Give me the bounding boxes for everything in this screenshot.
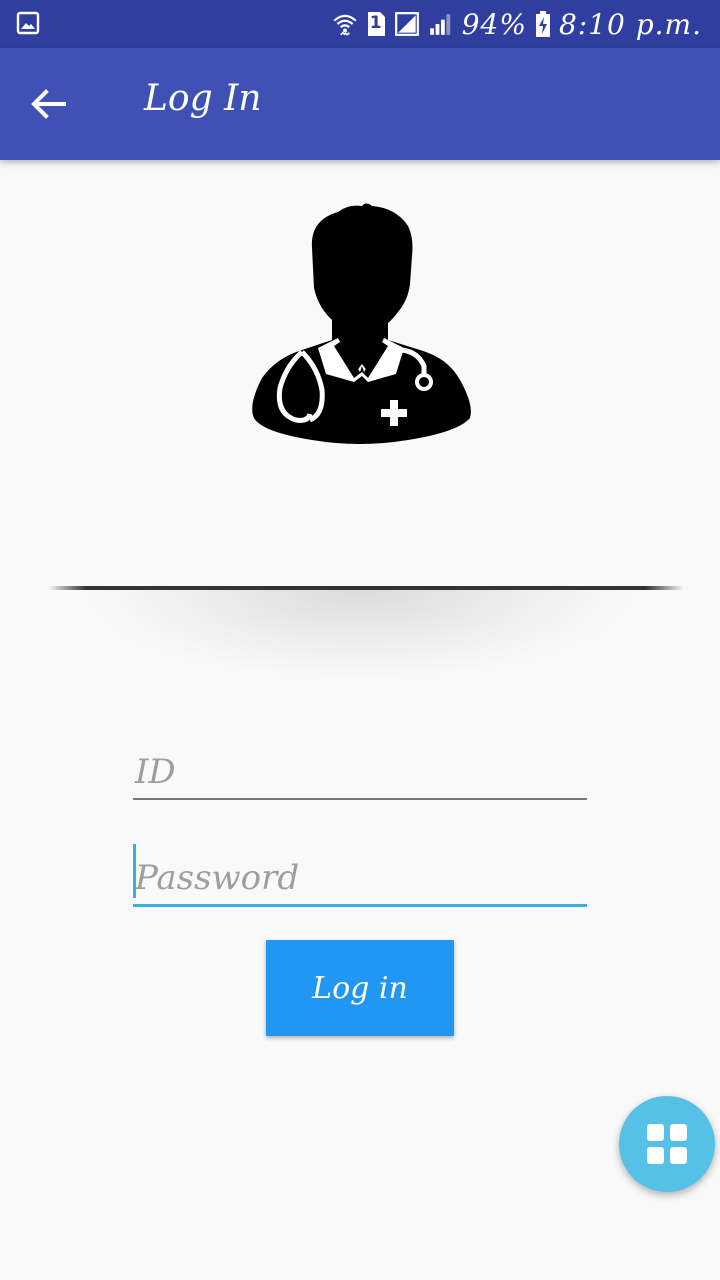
page-title: Log In [144, 78, 262, 119]
apps-fab-button[interactable] [619, 1096, 715, 1192]
status-icons: 1 94% 8:10 p.m. [332, 0, 702, 48]
id-placeholder: ID [135, 752, 176, 792]
divider [48, 586, 684, 590]
password-field[interactable]: Password [133, 842, 587, 907]
password-placeholder: Password [135, 858, 300, 898]
sim-icon: 1 [366, 11, 386, 37]
wifi-icon [333, 14, 357, 36]
app-bar: Log In [0, 48, 720, 160]
sim-slot-number: 1 [369, 13, 382, 33]
signal-icon [394, 12, 419, 36]
clock: 8:10 p.m. [558, 7, 702, 41]
gallery-icon [16, 11, 40, 35]
battery-charging-icon [535, 11, 550, 37]
divider-shadow [80, 590, 640, 680]
grid-apps-icon [647, 1124, 687, 1164]
battery-percent: 94% [461, 7, 527, 41]
signal-bars-icon [429, 14, 450, 35]
login-button[interactable]: Log in [266, 940, 454, 1036]
status-bar: 1 94% 8:10 p.m. [0, 0, 720, 48]
arrow-back-icon [31, 89, 66, 119]
doctor-stethoscope-icon [252, 203, 471, 444]
id-field[interactable]: ID [133, 740, 587, 800]
back-button[interactable] [24, 80, 72, 128]
